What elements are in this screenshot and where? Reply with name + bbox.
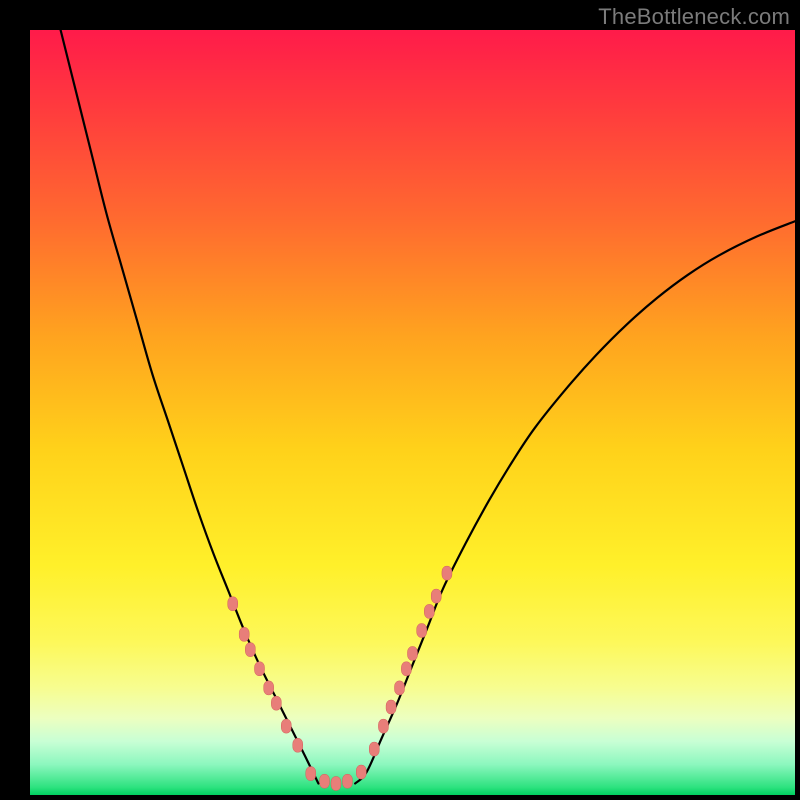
data-markers: [228, 566, 452, 790]
data-marker: [320, 774, 330, 788]
chart-frame: TheBottleneck.com: [0, 0, 800, 800]
data-marker: [293, 738, 303, 752]
data-marker: [395, 681, 405, 695]
data-marker: [306, 767, 316, 781]
curve-svg: [30, 30, 795, 795]
data-marker: [431, 589, 441, 603]
data-marker: [401, 662, 411, 676]
data-marker: [245, 643, 255, 657]
data-marker: [424, 604, 434, 618]
data-marker: [378, 719, 388, 733]
data-marker: [417, 624, 427, 638]
data-marker: [331, 777, 341, 791]
data-marker: [271, 696, 281, 710]
data-marker: [356, 765, 366, 779]
data-marker: [442, 566, 452, 580]
plot-area: [30, 30, 795, 795]
data-marker: [281, 719, 291, 733]
data-marker: [255, 662, 265, 676]
data-marker: [369, 742, 379, 756]
data-marker: [342, 774, 352, 788]
right-curve: [355, 221, 795, 783]
data-marker: [239, 627, 249, 641]
data-marker: [408, 646, 418, 660]
left-curve: [61, 30, 319, 784]
data-marker: [228, 597, 238, 611]
watermark-text: TheBottleneck.com: [598, 4, 790, 30]
data-marker: [386, 700, 396, 714]
data-marker: [264, 681, 274, 695]
